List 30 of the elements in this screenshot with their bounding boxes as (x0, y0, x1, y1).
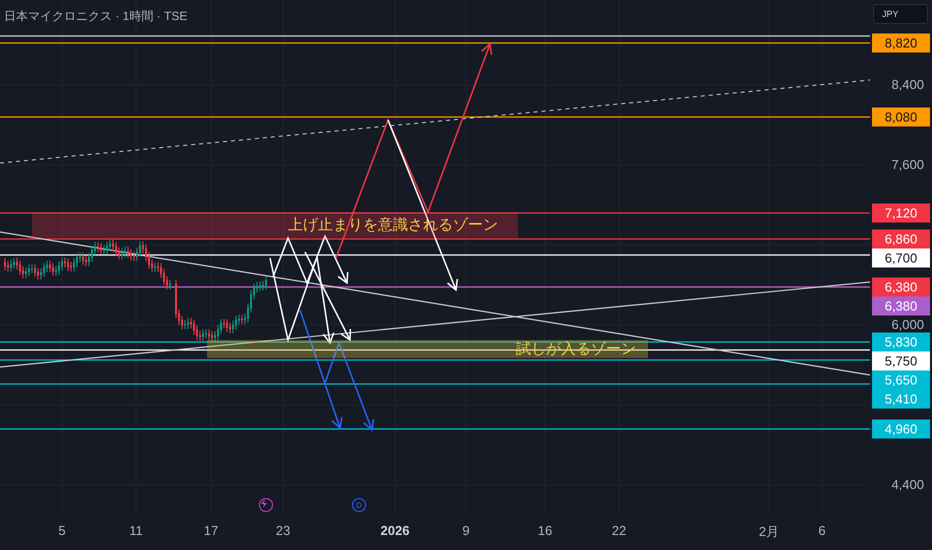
time-label: 9 (462, 523, 470, 538)
time-label: 17 (204, 523, 218, 538)
time-label: 6 (818, 523, 826, 538)
price-label: 6,380 (872, 296, 930, 316)
price-label: 8,080 (872, 108, 930, 126)
time-label: 2026 (380, 523, 410, 538)
currency-button[interactable]: JPY (873, 4, 928, 24)
time-label: 2月 (758, 523, 780, 541)
price-label: 6,380 (872, 278, 930, 296)
price-tick: 8,400 (891, 78, 924, 92)
price-label: 5,650 (872, 370, 930, 390)
chart-title: 日本マイクロニクス · 1時間 · TSE (4, 8, 188, 25)
price-label: 5,830 (872, 332, 930, 352)
price-label: 5,750 (872, 352, 930, 370)
price-label: 6,860 (872, 230, 930, 248)
event-marker[interactable]: D (352, 498, 366, 512)
price-tick: 6,000 (891, 318, 924, 332)
price-label: 7,120 (872, 204, 930, 222)
price-tick: 7,600 (891, 158, 924, 172)
price-label: 5,410 (872, 390, 930, 408)
price-label: 8,820 (872, 34, 930, 52)
time-label: 22 (612, 523, 626, 538)
time-label: 23 (276, 523, 290, 538)
time-label: 5 (58, 523, 66, 538)
price-label: 6,700 (872, 248, 930, 268)
time-label: 16 (538, 523, 552, 538)
time-label: 11 (129, 523, 143, 538)
price-label: 4,960 (872, 420, 930, 438)
price-tick: 4,400 (891, 478, 924, 492)
lightning-icon[interactable] (259, 498, 273, 512)
